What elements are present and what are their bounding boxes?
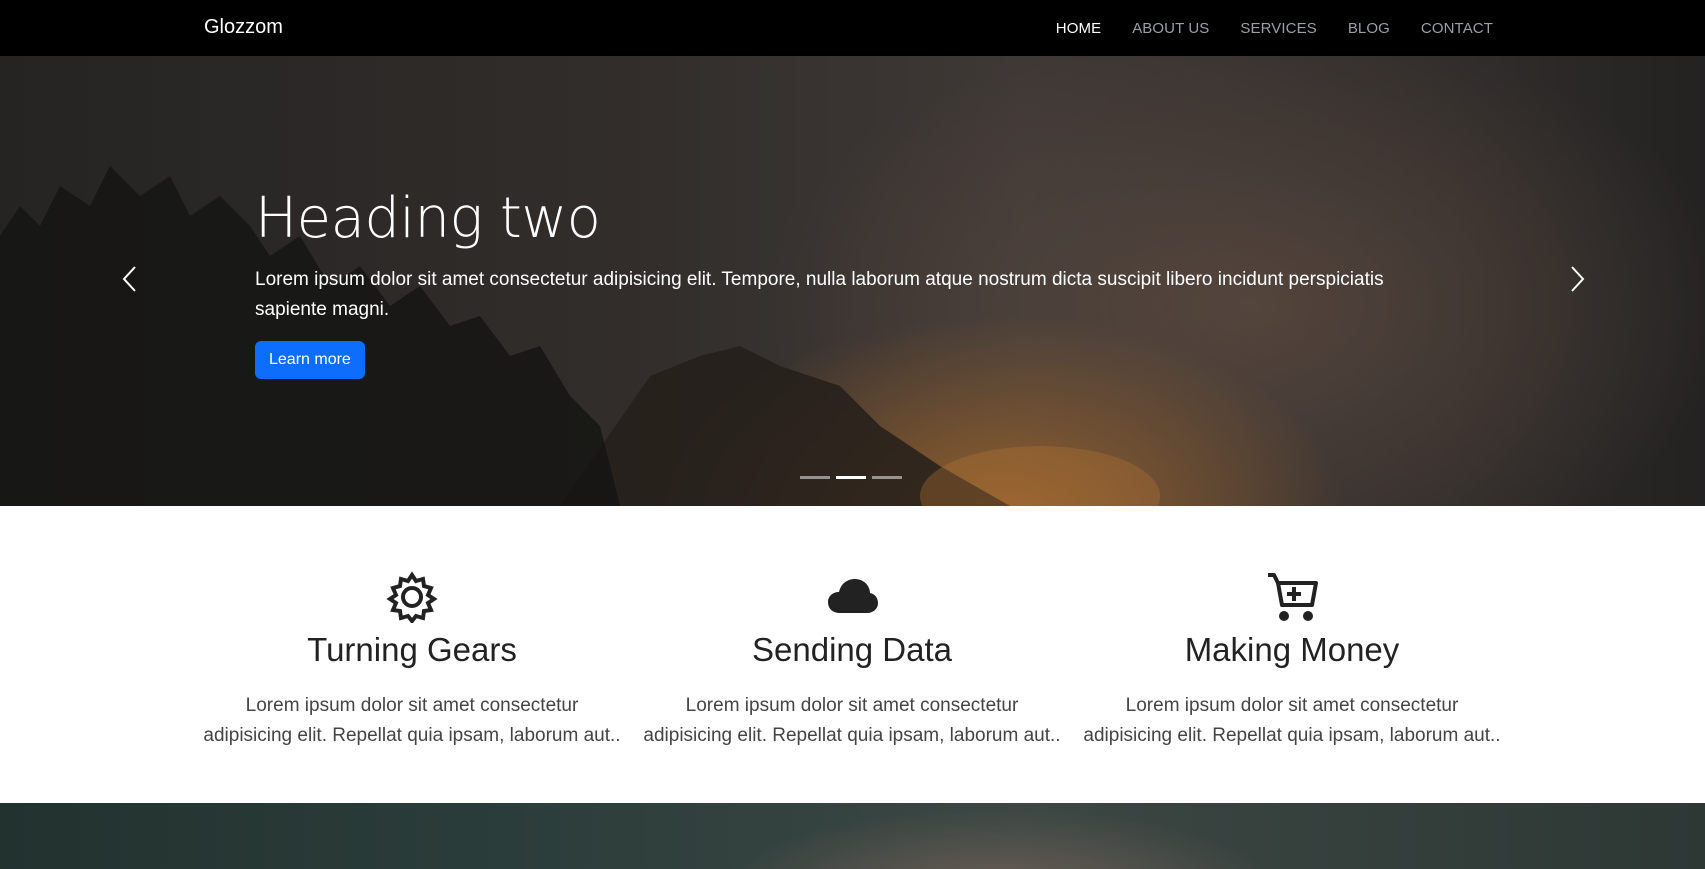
nav-item-home[interactable]: HOME <box>1056 20 1101 37</box>
nav-item-services[interactable]: SERVICES <box>1240 20 1316 37</box>
carousel-indicator-1[interactable] <box>800 476 830 479</box>
navbar: Glozzom HOME ABOUT US SERVICES BLOG CONT… <box>0 0 1705 56</box>
chevron-right-icon <box>1571 266 1585 292</box>
carousel-indicator-2[interactable] <box>836 476 866 479</box>
brand-logo-link[interactable]: Glozzom <box>204 16 283 39</box>
feature-text: Lorem ipsum dolor sit amet consectetur a… <box>643 695 1061 746</box>
hero-title: Heading two <box>255 186 601 251</box>
learn-more-button[interactable]: Learn more <box>255 341 365 379</box>
cart-plus-icon <box>1268 573 1318 621</box>
features-section: Turning Gears Lorem ipsum dolor sit amet… <box>0 506 1705 803</box>
hero-carousel: Heading two Lorem ipsum dolor sit amet c… <box>0 56 1705 506</box>
feature-sending-data: Sending Data Lorem ipsum dolor sit amet … <box>642 506 1062 751</box>
feature-text: Lorem ipsum dolor sit amet consectetur a… <box>1083 695 1501 746</box>
chevron-left-icon <box>122 266 136 292</box>
feature-title: Sending Data <box>752 631 952 668</box>
nav-item-contact[interactable]: CONTACT <box>1421 20 1493 37</box>
hero-caption: Heading two Lorem ipsum dolor sit amet c… <box>255 189 1405 379</box>
hero-text: Lorem ipsum dolor sit amet consectetur a… <box>255 269 1384 320</box>
carousel-next-button[interactable] <box>1562 264 1592 294</box>
gear-icon <box>386 571 438 623</box>
carousel-prev-button[interactable] <box>115 264 145 294</box>
nav-item-blog[interactable]: BLOG <box>1348 20 1390 37</box>
feature-text: Lorem ipsum dolor sit amet consectetur a… <box>203 695 621 746</box>
carousel-indicators <box>800 476 902 479</box>
feature-turning-gears: Turning Gears Lorem ipsum dolor sit amet… <box>202 506 622 751</box>
feature-title: Turning Gears <box>307 631 517 668</box>
carousel-indicator-3[interactable] <box>872 476 902 479</box>
nav-menu: HOME ABOUT US SERVICES BLOG CONTACT <box>1025 0 1493 56</box>
next-section-background <box>0 803 1705 869</box>
cloud-icon <box>828 579 878 613</box>
nav-item-about-us[interactable]: ABOUT US <box>1132 20 1209 37</box>
feature-title: Making Money <box>1184 631 1400 668</box>
feature-making-money: Making Money Lorem ipsum dolor sit amet … <box>1082 506 1502 751</box>
